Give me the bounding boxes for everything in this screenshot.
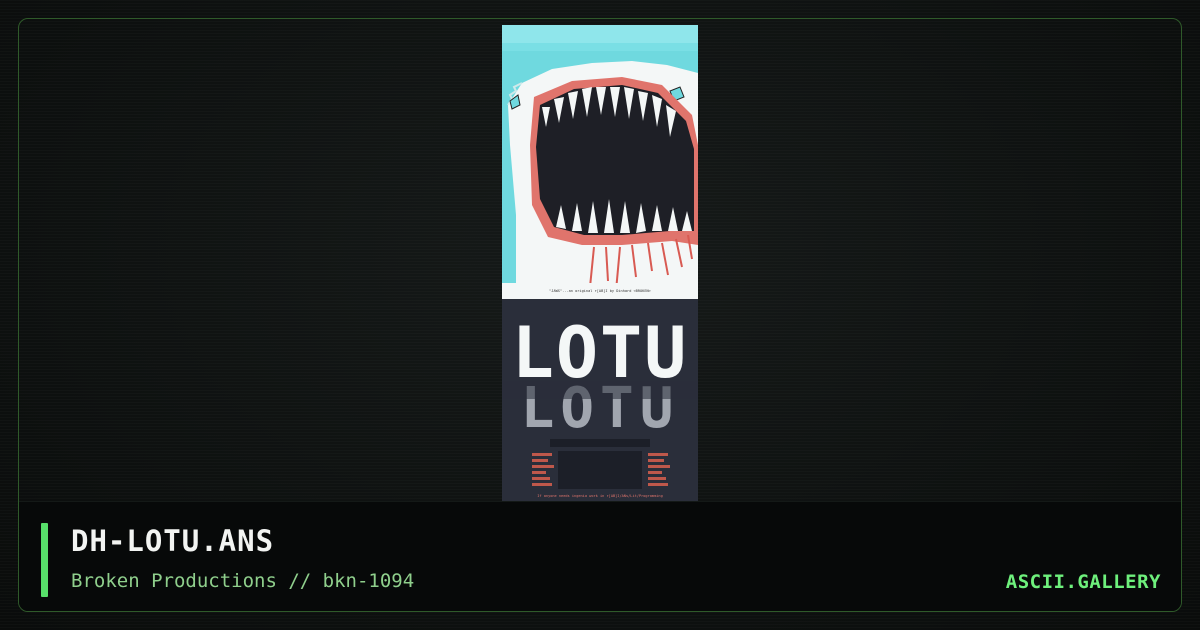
ansi-artwork-image: "JAWS"...an original r[AB]I by Dinhard <… xyxy=(502,25,698,501)
info-bar: DH-LOTU.ANS Broken Productions // bkn-10… xyxy=(19,501,1181,611)
artwork-credit: Broken Productions // bkn-1094 xyxy=(71,570,415,592)
accent-bar xyxy=(41,523,48,597)
artwork-caption: "JAWS"...an original r[AB]I by Dinhard <… xyxy=(549,289,652,293)
ansi-artwork-preview[interactable]: "JAWS"...an original r[AB]I by Dinhard <… xyxy=(502,25,698,501)
card-frame: "JAWS"...an original r[AB]I by Dinhard <… xyxy=(18,18,1182,612)
site-brand[interactable]: ASCII.GALLERY xyxy=(1006,571,1161,593)
artwork-footer-text: If anyone needs ingenia work in r[AB]I/A… xyxy=(537,494,663,498)
og-card: "JAWS"...an original r[AB]I by Dinhard <… xyxy=(0,0,1200,630)
artwork-title[interactable]: DH-LOTU.ANS xyxy=(71,524,274,558)
